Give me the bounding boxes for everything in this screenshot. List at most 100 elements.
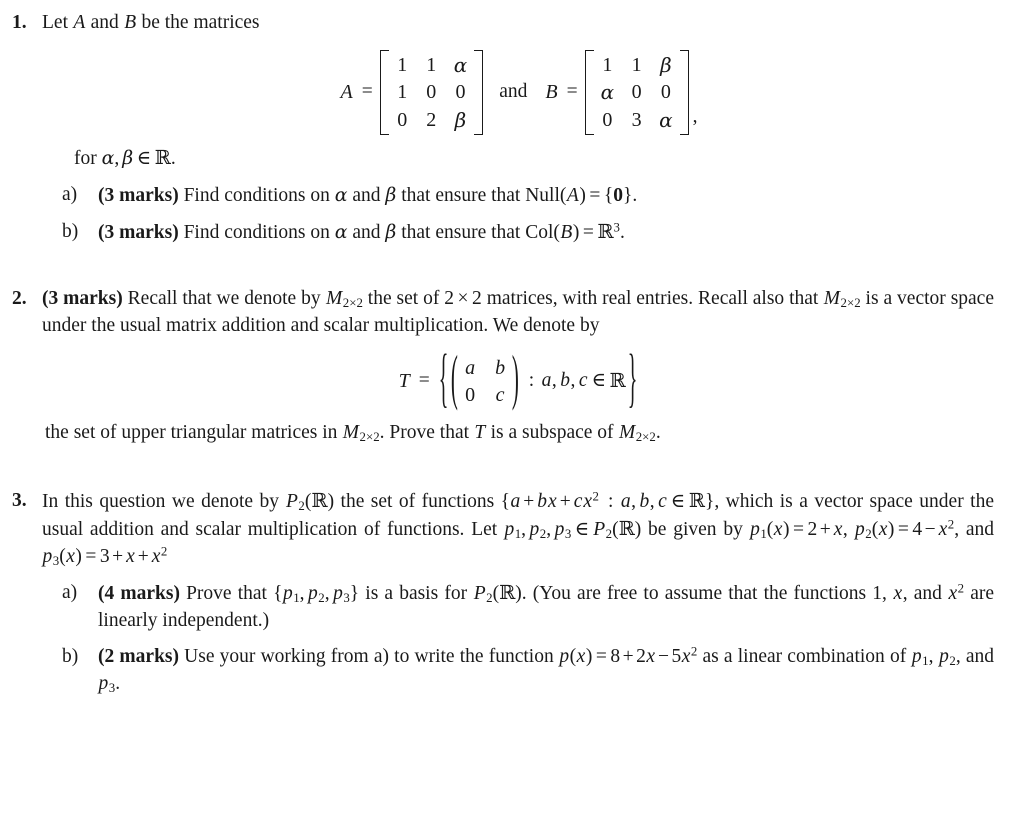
poly-1-arg: x <box>773 519 783 541</box>
basis-set-close: } <box>349 583 360 605</box>
matrix-a-symbol: A <box>73 12 86 33</box>
cell-b-12: 0 <box>660 81 671 104</box>
problem-3-number: 3. <box>12 490 27 512</box>
p3-ref: p <box>554 519 565 541</box>
cell-b-11: 0 <box>631 81 642 104</box>
set-reals: ℝ <box>609 369 626 393</box>
tail-text-1: the set of upper triangular matrices in <box>45 422 343 444</box>
p2-ref: p <box>529 519 540 541</box>
p-list-in: ∈ <box>574 519 590 541</box>
fn-x-squared: x <box>948 583 958 605</box>
poly-3-equals: = <box>85 546 97 568</box>
fn-sep-1: , <box>882 583 894 605</box>
poly-3-x-2: x <box>151 546 161 568</box>
subpart-b-label: b) <box>62 220 79 242</box>
p2-symbol-2: P <box>593 519 606 541</box>
intro-text-pre: Let <box>42 12 73 33</box>
poly-3-const: 3 <box>99 546 110 568</box>
poly-1-const: 2 <box>807 519 818 541</box>
tail-m-subscript-2: 2×2 <box>635 430 656 445</box>
problem-2-number: 2. <box>12 287 27 309</box>
combo-sep-1: , <box>928 645 939 667</box>
basis-p1-sub: 1 <box>293 591 300 606</box>
set-colon: : <box>528 370 535 392</box>
subpart-a-period: . <box>632 184 638 206</box>
fn-p-c0: 8 <box>610 645 621 667</box>
cell-a-10: 1 <box>397 81 408 104</box>
subpart-b-text-1: Find conditions on <box>178 221 335 243</box>
problem-2-tail: the set of upper triangular matrices in … <box>42 420 994 447</box>
cell-t-00: a <box>465 356 476 379</box>
problem-3-text-5: be given by <box>641 519 750 541</box>
null-result-open: { <box>603 184 614 206</box>
matrix-a: 1 1 α 1 0 0 0 2 β <box>379 49 484 136</box>
m2x2-symbol-2: M <box>823 287 841 309</box>
subpart-a-label: a) <box>62 183 78 205</box>
fn-p-equals: = <box>595 645 607 667</box>
subpart-a-text-1: Find conditions on <box>178 184 335 206</box>
poly-3-op-1: + <box>112 546 124 568</box>
p2-reals-2: ℝ <box>618 517 635 541</box>
equation-equals-b: = <box>566 81 578 103</box>
null-operator: Null <box>525 184 560 206</box>
fn-p-op-1: + <box>622 645 634 667</box>
null-argument: A <box>566 184 579 206</box>
poly-3-name: p <box>42 546 53 568</box>
equation-trailing-comma: , <box>692 106 698 128</box>
poly-set-colon: : <box>607 491 614 513</box>
subpart-3b-text-1: Use your working from a) to write the fu… <box>179 645 559 667</box>
tail-t-symbol: T <box>474 422 486 444</box>
subpart-3b-label: b) <box>62 645 79 667</box>
tail-text-3: is a subspace of <box>485 422 619 444</box>
set-var-a: a <box>541 370 552 392</box>
set-brace-open: { <box>438 342 449 416</box>
subpart-a-marks: (3 marks) <box>98 184 179 206</box>
tail-m-subscript: 2×2 <box>359 430 380 445</box>
subpart-3a-text-2: is a basis for <box>359 583 474 605</box>
fn-p-c1: 2 <box>636 645 646 667</box>
for-beta: β <box>122 147 134 170</box>
problem-3-subpart-a: a) (4 marks) Prove that {p1, p2, p3} is a … <box>62 581 995 631</box>
poly-set-in: ∈ <box>670 491 686 513</box>
problem-1-subpart-a: a) (3 marks) Find conditions on α and β … <box>62 182 994 210</box>
for-in-symbol: ∈ <box>136 148 152 170</box>
problem-2-text-3: matrices, with real entries. Recall also… <box>481 287 824 309</box>
document-page: 1. Let A and B be the matrices A = 1 1 α… <box>0 10 1024 818</box>
cell-a-21: 2 <box>426 108 437 131</box>
fn-p-c2: 5 <box>671 645 682 667</box>
equation-label-b: B <box>545 80 558 103</box>
cell-a-12: 0 <box>455 81 466 104</box>
poly-1-name: p <box>750 519 760 541</box>
cell-b-20: 0 <box>602 108 613 131</box>
set-var-b: b <box>560 370 571 392</box>
set-brace-close: } <box>627 342 638 416</box>
matrix-t-body: a b 0 c <box>459 353 511 411</box>
p2-symbol: P <box>285 491 298 513</box>
poly-set-x-2: x <box>583 491 593 513</box>
subpart-b-period: . <box>619 221 625 243</box>
basis-p3: p <box>333 583 343 605</box>
problem-3-subpart-b: b) (2 marks) Use your working from a) to… <box>62 644 995 695</box>
equation-label-a: A <box>340 80 353 103</box>
poly-2-arg: x <box>878 519 888 541</box>
subpart-3b-marks: (2 marks) <box>98 645 179 667</box>
poly-3-x-1: x <box>126 546 135 568</box>
poly-set-reals: ℝ <box>688 489 705 513</box>
basis-p2-space: P <box>473 583 486 605</box>
col-operator: Col <box>525 221 554 243</box>
matrix-b-symbol: B <box>124 12 137 33</box>
cell-t-10: 0 <box>465 384 476 406</box>
problem-2-marks: (3 marks) <box>42 287 123 309</box>
problem-2-display-equation: T = { ( a b 0 c ) : a, b, c ∈ ℝ } <box>42 343 994 416</box>
intro-text-mid: and <box>85 12 124 33</box>
fn-p-op-2: − <box>657 645 669 667</box>
fn-p-name: p <box>559 645 570 667</box>
poly-2-x: x <box>938 519 948 541</box>
subpart-a-text-3: that ensure that <box>396 184 526 206</box>
equation-conjunction: and <box>499 81 528 103</box>
for-pre: for <box>74 148 102 170</box>
subpart-a-alpha: α <box>334 183 348 206</box>
for-reals: ℝ <box>154 146 171 170</box>
basis-p1: p <box>282 583 293 605</box>
problem-2-body: (3 marks) Recall that we denote by M2×2 … <box>42 286 994 340</box>
